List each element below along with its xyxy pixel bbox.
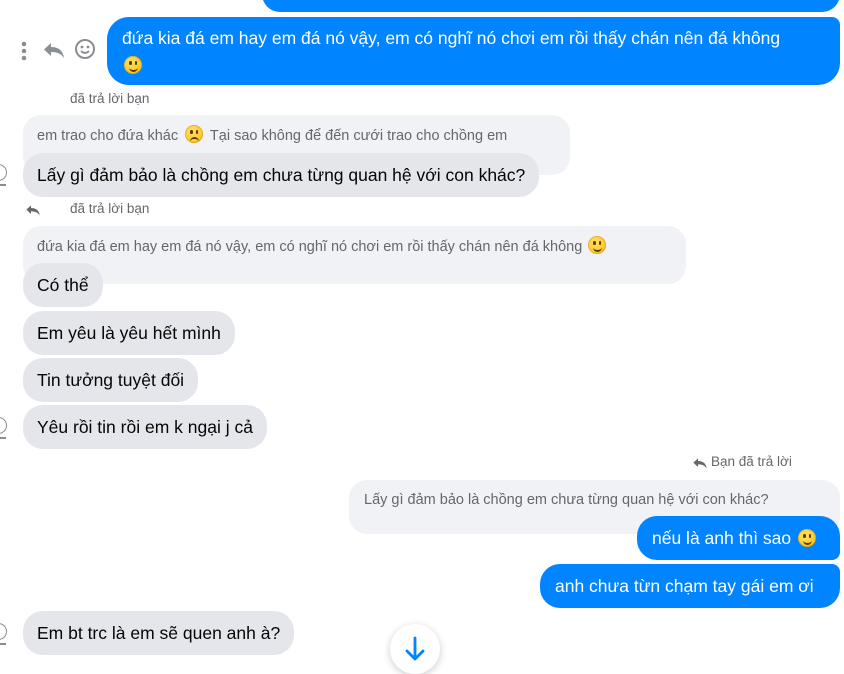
avatar-decoration (0, 643, 6, 645)
reply-icon[interactable] (42, 40, 66, 60)
reply-label: Bạn đã trả lời (711, 454, 792, 469)
quoted-text: em trao cho đứa khác (37, 128, 179, 144)
quoted-message[interactable]: đứa kia đá em hay em đá nó vậy, em có ng… (23, 226, 686, 284)
incoming-message[interactable]: Có thể (23, 263, 103, 307)
more-options-icon[interactable] (20, 40, 28, 62)
smile-emoji-icon (798, 529, 817, 547)
sad-emoji-icon (185, 125, 204, 143)
seen-avatar-icon (0, 164, 7, 181)
reply-icon (25, 203, 41, 217)
reply-icon (692, 456, 708, 470)
smile-emoji-icon (124, 56, 142, 74)
incoming-message[interactable]: Lấy gì đảm bảo là chồng em chưa từng qua… (23, 153, 540, 197)
reply-label: đã trả lời bạn (70, 91, 150, 106)
smile-emoji-icon (588, 236, 607, 254)
incoming-message[interactable]: Em yêu là yêu hết mình (23, 311, 235, 355)
react-smiley-icon[interactable] (74, 38, 96, 60)
message-text: anh chưa từn chạm tay gái em ơi (555, 576, 814, 596)
scroll-down-button[interactable] (390, 624, 440, 674)
seen-avatar-icon (0, 623, 7, 640)
incoming-message[interactable]: Em bt trc là em sẽ quen anh à? (23, 611, 295, 655)
reply-label: đã trả lời bạn (70, 201, 150, 216)
outgoing-message[interactable]: đứa kia đá em hay em đá nó vậy, em có ng… (107, 17, 840, 85)
outgoing-message[interactable]: nếu là anh thì sao (637, 516, 840, 560)
scroll-down-arrow-icon (405, 636, 425, 661)
quoted-text: đứa kia đá em hay em đá nó vậy, em có ng… (37, 239, 583, 255)
avatar-decoration (0, 184, 6, 186)
message-text: nếu là anh thì sao (652, 528, 792, 548)
incoming-message[interactable]: Tin tưởng tuyệt đối (23, 358, 199, 402)
avatar-decoration (0, 437, 6, 439)
incoming-message[interactable]: Yêu rồi tin rồi em k ngại j cả (23, 405, 267, 449)
quoted-text: Tại sao không để đến cưới trao cho chồng… (209, 128, 508, 144)
message-text: đứa kia đá em hay em đá nó vậy, em có ng… (122, 28, 781, 48)
seen-avatar-icon (0, 417, 7, 434)
previous-message-edge (262, 0, 840, 12)
outgoing-message[interactable]: anh chưa từn chạm tay gái em ơi (540, 564, 840, 608)
